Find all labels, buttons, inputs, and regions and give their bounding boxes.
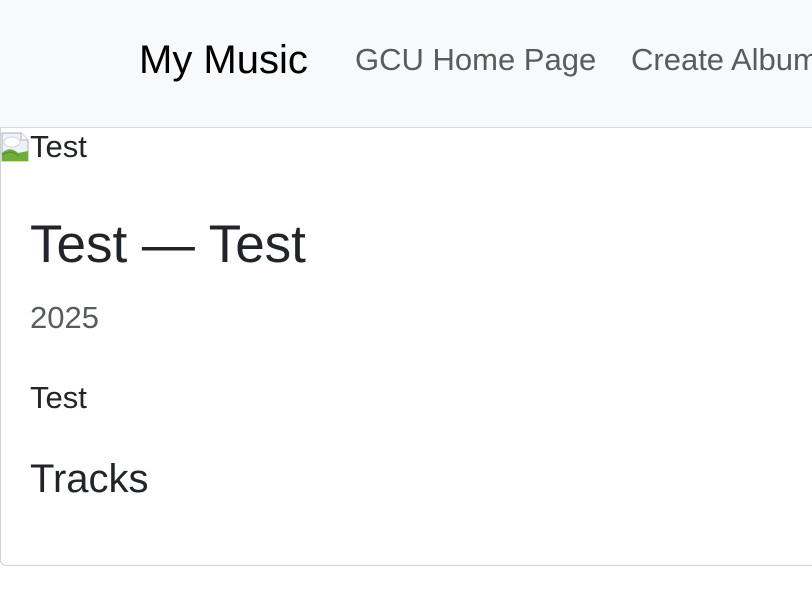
album-card: Test Test — Test 2025 Test Tracks — [0, 128, 812, 566]
album-title: Test — Test — [30, 215, 306, 274]
album-year: 2025 — [30, 300, 99, 335]
album-cover-image: Test — [1, 130, 87, 164]
tracks-heading: Tracks — [30, 457, 149, 501]
nav-link-gcu-home[interactable]: GCU Home Page — [355, 40, 596, 80]
brand-link[interactable]: My Music — [139, 36, 308, 84]
nav-link-create-album[interactable]: Create Album — [631, 40, 812, 80]
album-description: Test — [30, 380, 87, 415]
broken-image-icon — [1, 132, 29, 162]
image-alt-text: Test — [30, 129, 87, 164]
navbar: My Music GCU Home Page Create Album — [0, 0, 812, 128]
